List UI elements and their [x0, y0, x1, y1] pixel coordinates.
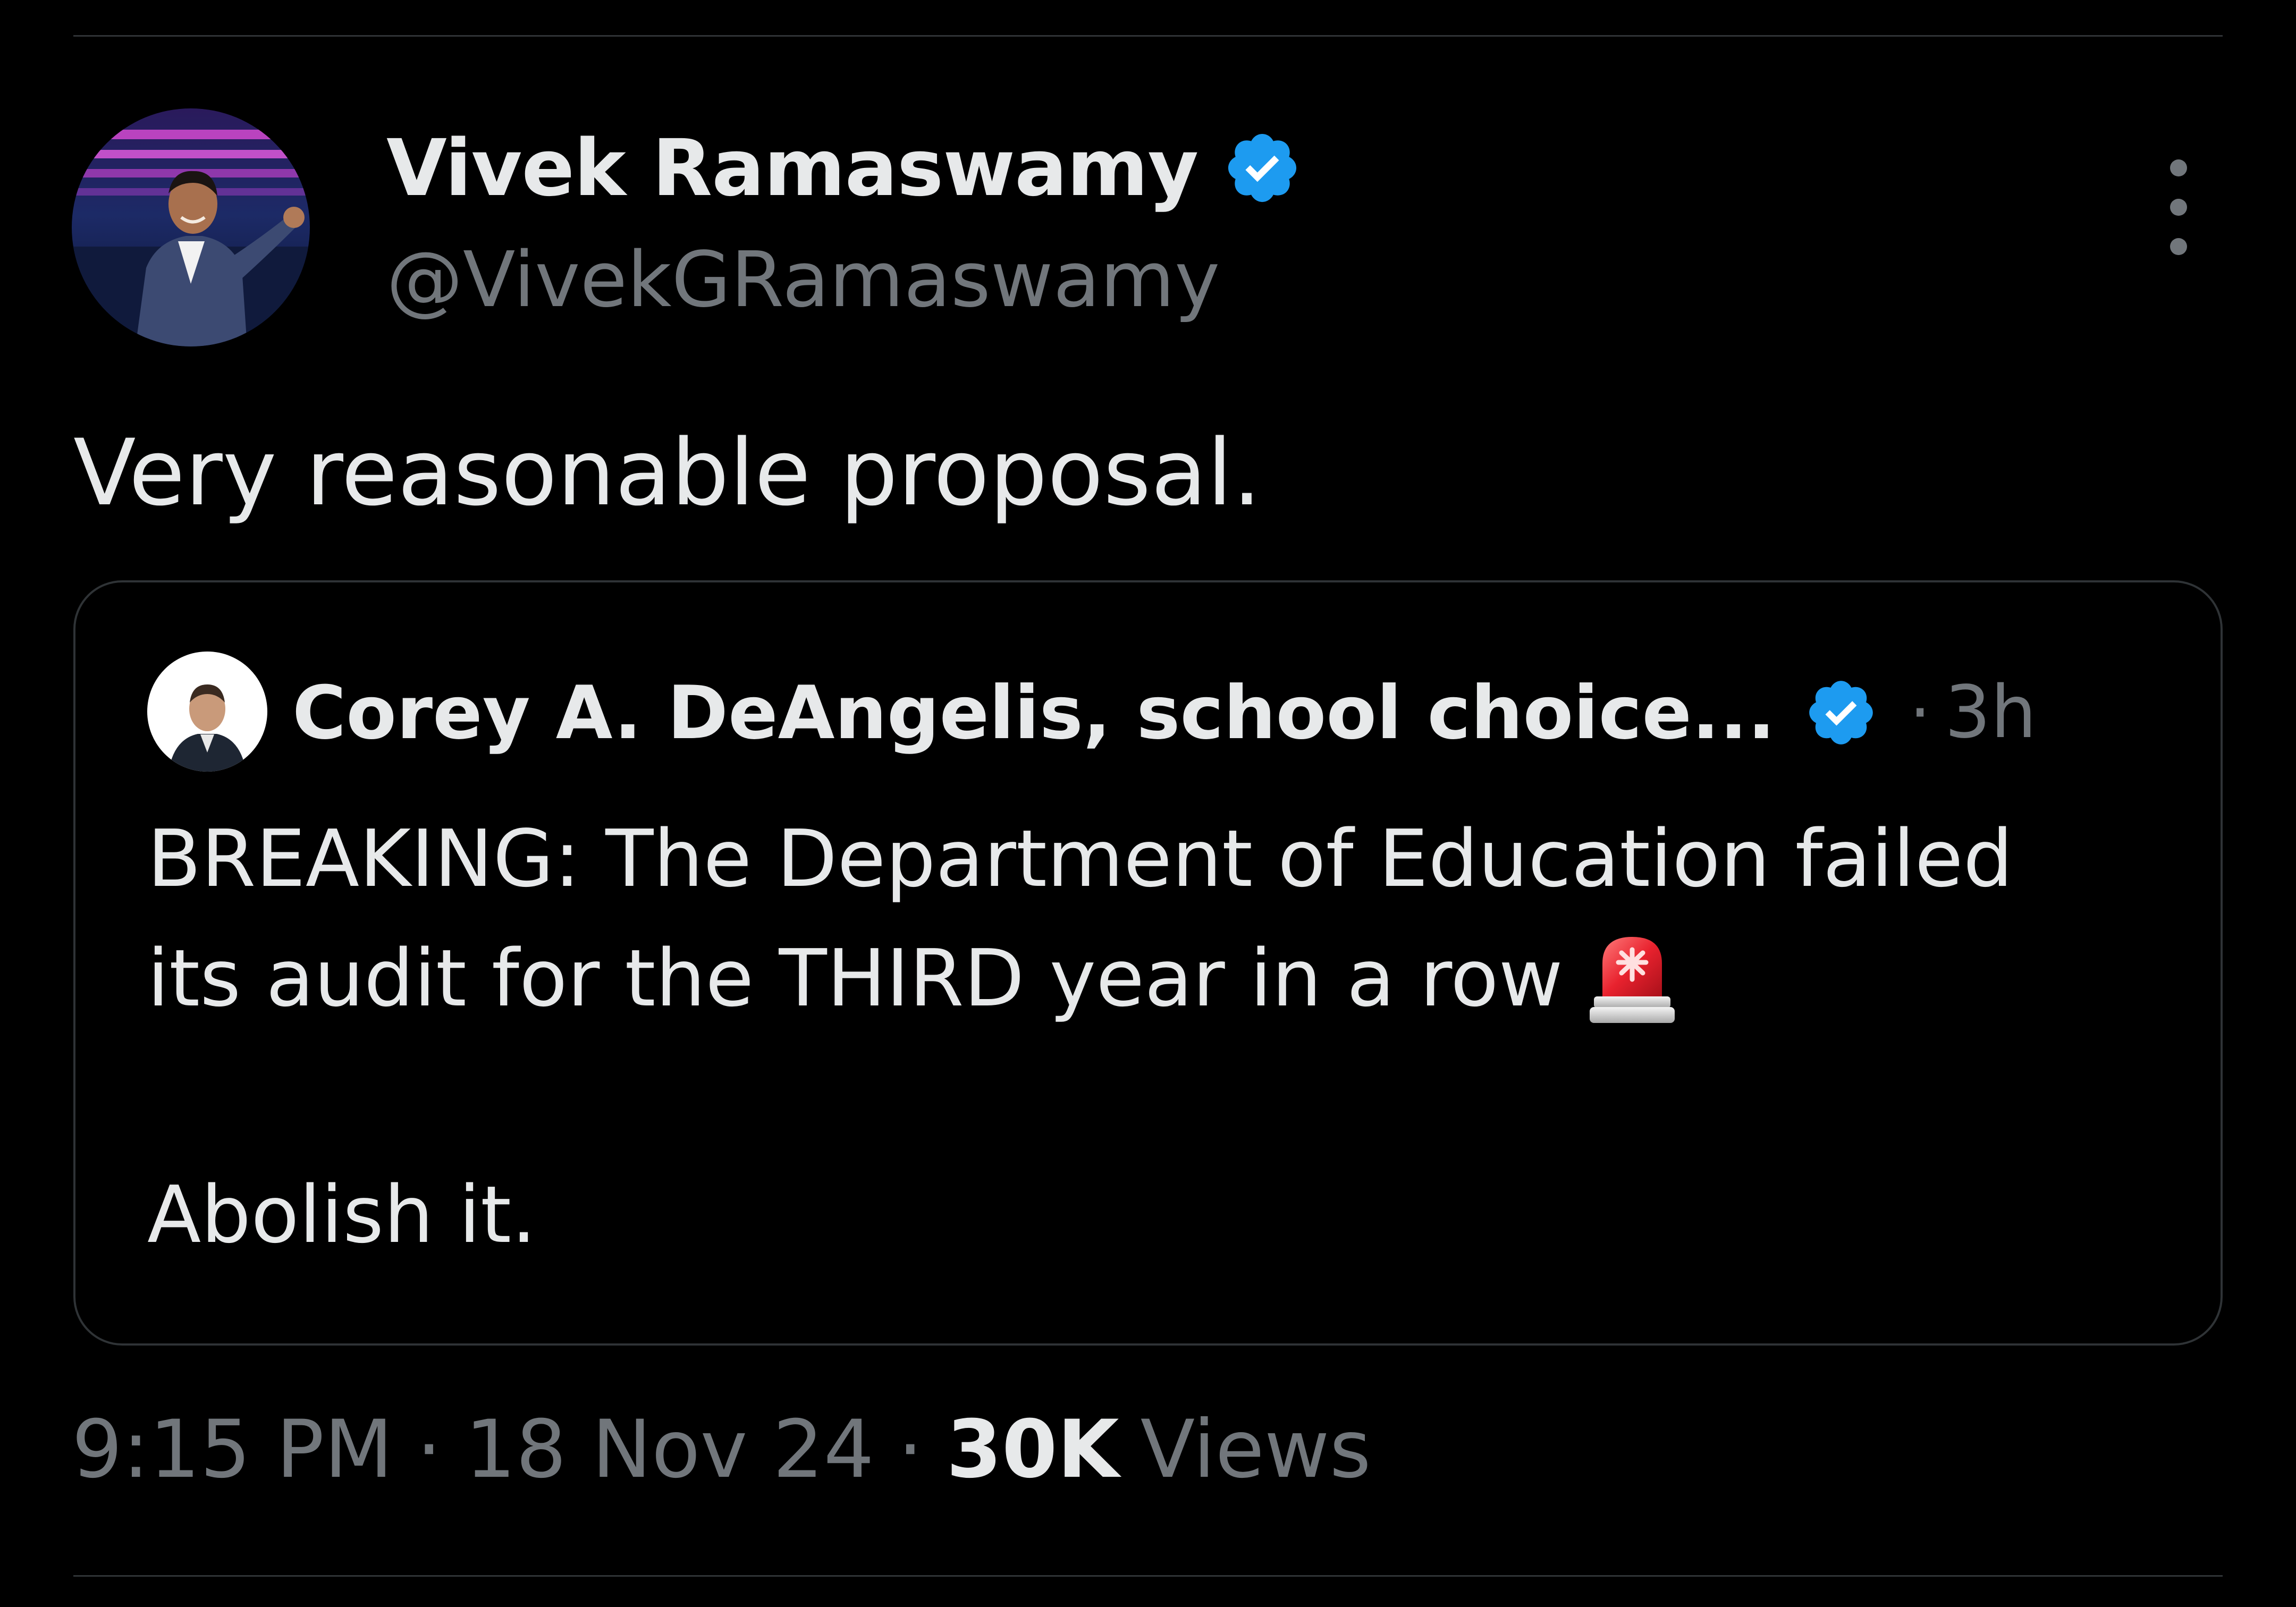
more-options-icon[interactable] — [2149, 159, 2208, 255]
tweet-meta: 9:15 PM · 18 Nov 24 · 30K Views — [72, 1397, 1371, 1503]
tweet-date[interactable]: 18 Nov 24 — [465, 1403, 874, 1496]
views-label[interactable]: Views — [1141, 1403, 1371, 1496]
quoted-tweet-header: Corey A. DeAngelis, school choice... · 3… — [292, 662, 2037, 763]
author-name-row[interactable]: Vivek Ramaswamy — [386, 120, 1302, 216]
author-handle[interactable]: @VivekGRamaswamy — [386, 232, 1220, 327]
quoted-timestamp[interactable]: 3h — [1945, 671, 2037, 755]
tweet-text: Very reasonable proposal. — [73, 419, 1262, 526]
author-avatar[interactable] — [72, 108, 310, 346]
quoted-author-name[interactable]: Corey A. DeAngelis, school choice... — [292, 670, 1775, 756]
meta-separator: · — [897, 1403, 923, 1496]
quoted-text-line: BREAKING: The Department of Education fa… — [147, 813, 2013, 904]
quoted-author-avatar — [147, 652, 267, 772]
quoted-verified-badge-icon — [1809, 681, 1873, 745]
quoted-separator: · — [1909, 673, 1931, 752]
quoted-text-line: its audit for the THIRD year in a row — [147, 920, 1678, 1037]
bottom-divider — [73, 1575, 2223, 1577]
quoted-text-line: Abolish it. — [147, 1169, 537, 1261]
meta-separator: · — [416, 1403, 442, 1496]
top-divider — [73, 35, 2223, 37]
quoted-author-avatar-image — [147, 652, 267, 772]
quoted-tweet-card[interactable]: Corey A. DeAngelis, school choice... · 3… — [73, 580, 2223, 1346]
tweet-detail: Vivek Ramaswamy @VivekGRamaswamy Very re… — [0, 0, 2296, 1607]
author-avatar-image — [72, 108, 310, 346]
verified-badge-icon[interactable] — [1222, 128, 1302, 208]
views-count[interactable]: 30K — [947, 1403, 1119, 1496]
police-car-light-icon — [1589, 937, 1675, 1023]
tweet-time[interactable]: 9:15 PM — [72, 1403, 393, 1496]
author-display-name[interactable]: Vivek Ramaswamy — [386, 123, 1198, 214]
